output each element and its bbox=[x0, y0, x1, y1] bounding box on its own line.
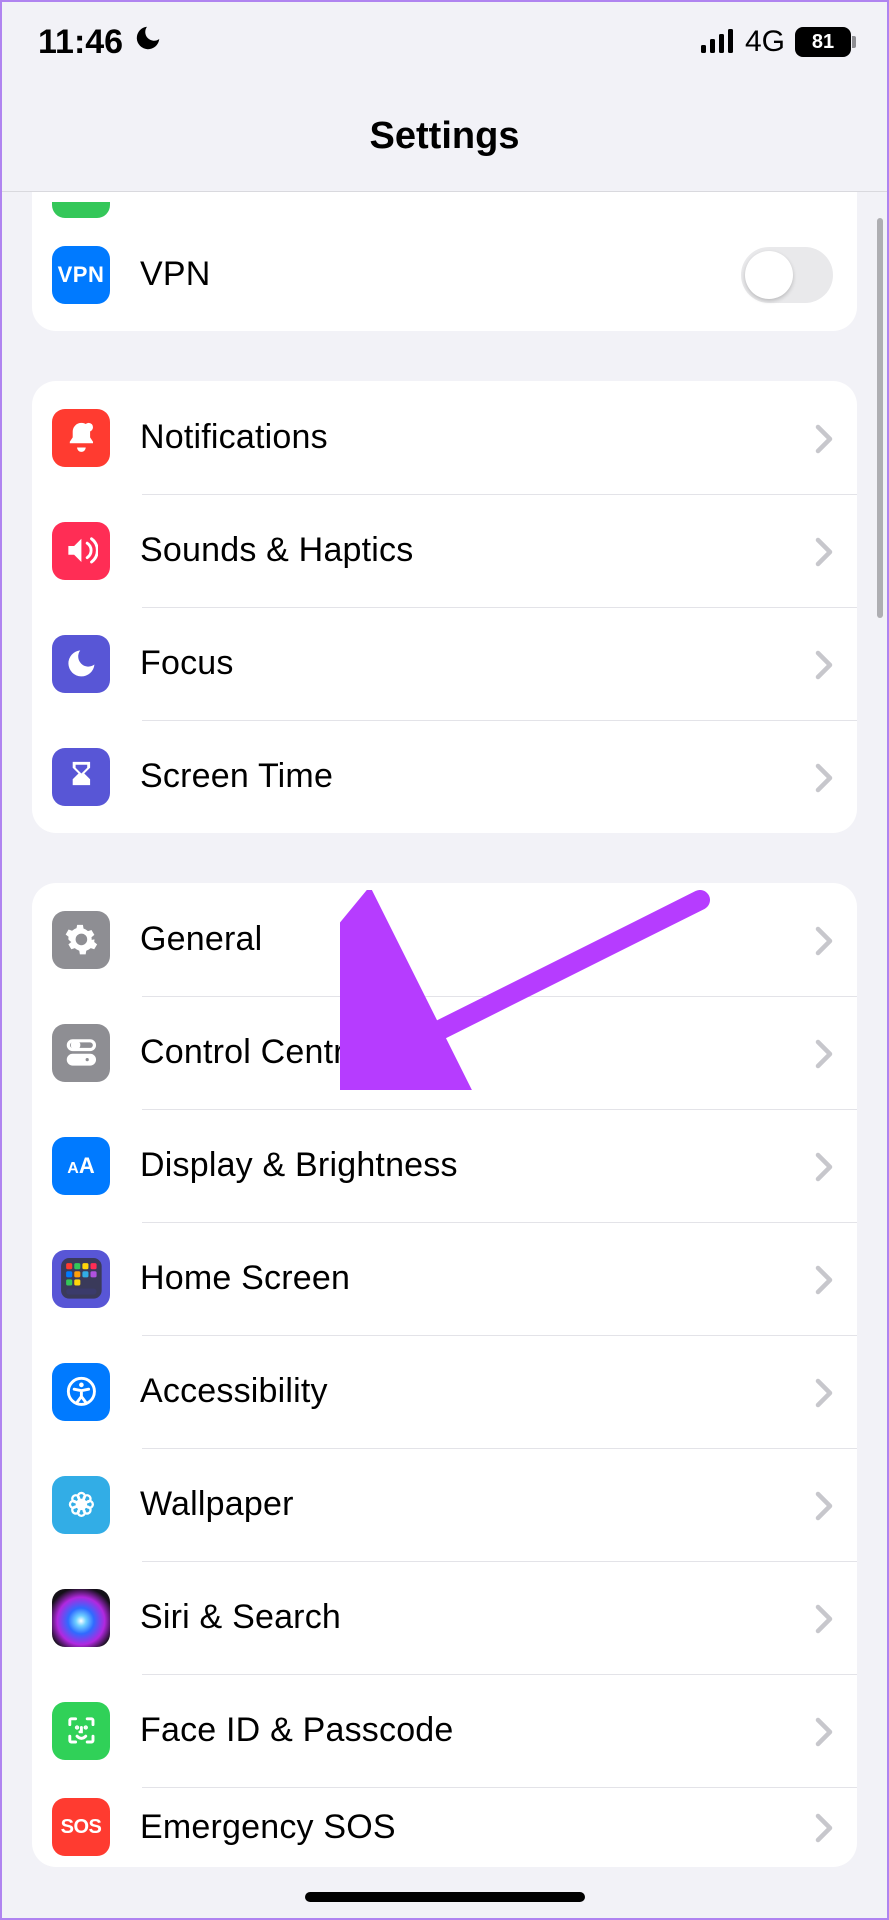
previous-row-peek bbox=[32, 192, 857, 218]
text-size-icon: AA bbox=[52, 1137, 110, 1195]
accessibility-icon bbox=[52, 1363, 110, 1421]
bell-icon bbox=[52, 409, 110, 467]
chevron-right-icon bbox=[815, 650, 833, 678]
settings-row-focus[interactable]: Focus bbox=[32, 607, 857, 720]
settings-row-homescreen[interactable]: Home Screen bbox=[32, 1222, 857, 1335]
settings-row-display[interactable]: AA Display & Brightness bbox=[32, 1109, 857, 1222]
row-label: Wallpaper bbox=[140, 1485, 815, 1524]
settings-group-connectivity: VPN VPN bbox=[32, 192, 857, 331]
row-label: Emergency SOS bbox=[140, 1808, 815, 1847]
settings-row-controlcentre[interactable]: Control Centre bbox=[32, 996, 857, 1109]
chevron-right-icon bbox=[815, 1813, 833, 1841]
row-label: Control Centre bbox=[140, 1033, 815, 1072]
gear-icon bbox=[52, 911, 110, 969]
do-not-disturb-icon bbox=[133, 23, 163, 62]
speaker-icon bbox=[52, 522, 110, 580]
chevron-right-icon bbox=[815, 1378, 833, 1406]
row-label: VPN bbox=[140, 255, 741, 294]
sos-icon: SOS bbox=[52, 1798, 110, 1856]
chevron-right-icon bbox=[815, 1265, 833, 1293]
faceid-icon bbox=[52, 1702, 110, 1760]
cellular-signal-icon bbox=[701, 23, 735, 62]
page-title: Settings bbox=[370, 115, 520, 158]
settings-list[interactable]: VPN VPN Notifications Sounds & Haptics bbox=[2, 192, 887, 1867]
settings-group-attention: Notifications Sounds & Haptics Focus bbox=[32, 381, 857, 833]
settings-row-vpn[interactable]: VPN VPN bbox=[32, 218, 857, 331]
row-label: Home Screen bbox=[140, 1259, 815, 1298]
row-label: Accessibility bbox=[140, 1372, 815, 1411]
chevron-right-icon bbox=[815, 763, 833, 791]
home-indicator[interactable] bbox=[305, 1892, 585, 1902]
row-label: Display & Brightness bbox=[140, 1146, 815, 1185]
settings-row-notifications[interactable]: Notifications bbox=[32, 381, 857, 494]
vpn-toggle[interactable] bbox=[741, 247, 833, 303]
battery-indicator: 81 bbox=[795, 27, 851, 57]
row-label: Siri & Search bbox=[140, 1598, 815, 1637]
chevron-right-icon bbox=[815, 537, 833, 565]
moon-icon bbox=[52, 635, 110, 693]
battery-level: 81 bbox=[795, 27, 851, 57]
settings-row-siri[interactable]: Siri & Search bbox=[32, 1561, 857, 1674]
settings-row-general[interactable]: General bbox=[32, 883, 857, 996]
row-label: Screen Time bbox=[140, 757, 815, 796]
chevron-right-icon bbox=[815, 1152, 833, 1180]
settings-row-accessibility[interactable]: Accessibility bbox=[32, 1335, 857, 1448]
status-time: 11:46 bbox=[38, 23, 123, 62]
flower-icon bbox=[52, 1476, 110, 1534]
chevron-right-icon bbox=[815, 1604, 833, 1632]
settings-row-sounds[interactable]: Sounds & Haptics bbox=[32, 494, 857, 607]
row-label: Focus bbox=[140, 644, 815, 683]
vpn-icon: VPN bbox=[52, 246, 110, 304]
row-label: Face ID & Passcode bbox=[140, 1711, 815, 1750]
status-bar-left: 11:46 bbox=[38, 23, 163, 62]
status-bar: 11:46 4G 81 bbox=[2, 2, 887, 82]
settings-row-wallpaper[interactable]: Wallpaper bbox=[32, 1448, 857, 1561]
chevron-right-icon bbox=[815, 926, 833, 954]
switches-icon bbox=[52, 1024, 110, 1082]
settings-row-faceid[interactable]: Face ID & Passcode bbox=[32, 1674, 857, 1787]
row-label: Sounds & Haptics bbox=[140, 531, 815, 570]
settings-row-sos[interactable]: SOS Emergency SOS bbox=[32, 1787, 857, 1867]
hourglass-icon bbox=[52, 748, 110, 806]
chevron-right-icon bbox=[815, 1717, 833, 1745]
hotspot-icon bbox=[52, 202, 110, 218]
chevron-right-icon bbox=[815, 1039, 833, 1067]
network-type-label: 4G bbox=[745, 25, 785, 59]
row-label: General bbox=[140, 920, 815, 959]
status-bar-right: 4G 81 bbox=[701, 23, 851, 62]
chevron-right-icon bbox=[815, 424, 833, 452]
settings-row-screentime[interactable]: Screen Time bbox=[32, 720, 857, 833]
app-grid-icon bbox=[52, 1250, 110, 1308]
nav-bar: Settings bbox=[2, 82, 887, 192]
chevron-right-icon bbox=[815, 1491, 833, 1519]
siri-icon bbox=[52, 1589, 110, 1647]
settings-group-device: General Control Centre AA Display & Brig… bbox=[32, 883, 857, 1867]
scroll-indicator[interactable] bbox=[877, 218, 883, 618]
row-label: Notifications bbox=[140, 418, 815, 457]
